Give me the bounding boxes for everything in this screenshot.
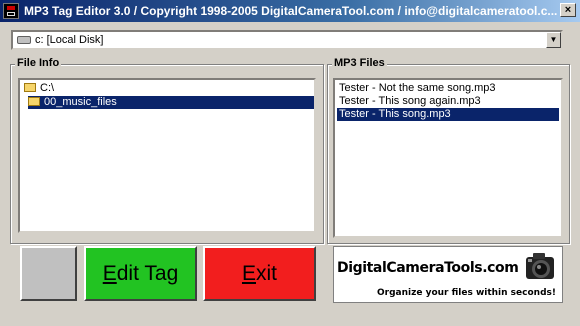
exit-button[interactable]: Exit — [203, 246, 316, 301]
tree-item-label: C:\ — [40, 82, 55, 94]
blank-button[interactable] — [20, 246, 77, 301]
title-bar: MP3 Tag Editor 3.0 / Copyright 1998-2005… — [0, 0, 580, 22]
app-icon[interactable] — [3, 3, 19, 19]
brand-banner: DigitalCameraTools.com Organize your fil… — [333, 246, 563, 303]
exit-label: xit — [256, 262, 277, 285]
exit-accesskey: E — [241, 262, 256, 285]
camera-icon — [526, 253, 554, 279]
brand-tagline: Organize your files within seconds! — [377, 288, 556, 298]
list-item[interactable]: Tester - This song.mp3 — [337, 108, 559, 121]
brand-name: DigitalCameraTools.com — [337, 260, 519, 276]
folder-tree[interactable]: C:\ 00_music_files — [18, 78, 316, 233]
edit-tag-button[interactable]: Edit Tag — [84, 246, 197, 301]
folder-open-icon — [24, 82, 36, 92]
mp3-file-list[interactable]: Tester - Not the same song.mp3 Tester - … — [333, 78, 563, 238]
list-item[interactable]: Tester - This song again.mp3 — [337, 95, 559, 108]
edit-tag-label: dit Tag — [116, 262, 179, 285]
drive-select[interactable]: c: [Local Disk] ▼ — [11, 30, 563, 50]
tree-item-music-folder[interactable]: 00_music_files — [28, 96, 314, 109]
list-item[interactable]: Tester - Not the same song.mp3 — [337, 82, 559, 95]
chevron-down-icon[interactable]: ▼ — [546, 32, 561, 48]
mp3-files-caption: MP3 Files — [332, 57, 387, 69]
drive-select-value: c: [Local Disk] — [35, 34, 104, 46]
folder-open-icon — [28, 96, 40, 106]
close-button[interactable]: × — [560, 3, 576, 17]
tree-item-label: 00_music_files — [44, 96, 117, 108]
window-title: MP3 Tag Editor 3.0 / Copyright 1998-2005… — [24, 4, 558, 18]
edit-tag-accesskey: E — [102, 262, 117, 285]
hard-disk-icon — [17, 36, 31, 44]
file-info-caption: File Info — [15, 57, 62, 69]
tree-item-root[interactable]: C:\ — [24, 82, 54, 95]
